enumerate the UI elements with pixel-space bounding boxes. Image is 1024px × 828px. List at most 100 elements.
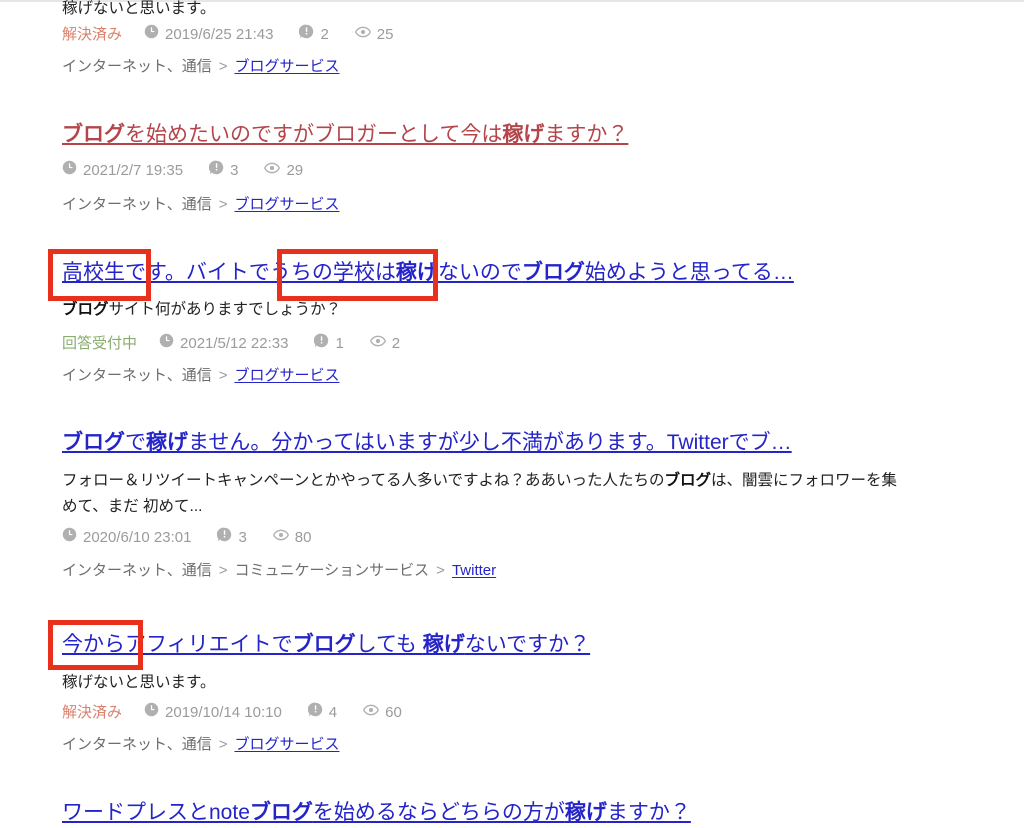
title-bold-part: ブログ — [249, 801, 313, 824]
result-breadcrumb-wrap: インターネット、通信 > ブログサービス — [62, 56, 1024, 78]
result-breadcrumb-wrap: インターネット、通信 > ブログサービス — [62, 365, 1024, 387]
breadcrumb: インターネット、通信 > ブログサービス — [62, 365, 1024, 387]
date-group: 2020/6/10 23:01 — [62, 527, 191, 549]
snippet-part: フォロー＆リツイートキャンペーンとかやってる人多いですよね？ああいった人たちの — [62, 472, 665, 489]
answer-count: 2 — [320, 26, 329, 43]
result-date: 2021/2/7 19:35 — [83, 162, 184, 179]
result-meta: 解決済み 2019/10/14 10:10 4 60 — [62, 702, 1024, 724]
result-meta-wrap: 回答受付中 2021/5/12 22:33 1 2 — [62, 333, 1024, 355]
breadcrumb-separator: > — [218, 58, 228, 75]
answer-count: 3 — [238, 529, 247, 546]
result-meta-wrap: 解決済み 2019/6/25 21:43 2 25 — [62, 24, 1024, 46]
result-meta: 回答受付中 2021/5/12 22:33 1 2 — [62, 333, 1024, 355]
answers-group: 4 — [307, 702, 337, 724]
eye-icon — [363, 702, 380, 724]
answers-group: 1 — [314, 333, 344, 355]
title-bold-part: 稼げ — [422, 633, 465, 656]
breadcrumb-text: コミュニケーションサービス — [234, 562, 430, 579]
partial-snippet-top: 稼げないと思います。 — [62, 0, 216, 17]
comment-icon — [314, 333, 329, 355]
status-badge: 解決済み — [62, 26, 123, 43]
breadcrumb-separator: > — [218, 562, 228, 579]
breadcrumb-link[interactable]: Twitter — [452, 562, 496, 579]
result-title-wrap: 高校生です。バイトでうちの学校は稼げないのでブログ始めようと思ってる… — [62, 258, 794, 288]
answers-group: 2 — [299, 24, 329, 46]
view-count: 80 — [294, 529, 312, 546]
answer-count: 1 — [335, 335, 344, 352]
result-title-link[interactable]: ワードプレスとnoteブログを始めるならどちらの方が稼げますか？ — [62, 798, 691, 828]
answers-group: 3 — [217, 527, 247, 549]
eye-icon — [369, 333, 386, 355]
title-bold-part: 稼げ — [502, 123, 545, 146]
title-part: ないですか？ — [464, 633, 591, 656]
result-title-link[interactable]: ブログで稼げません。分かってはいますが少し不満があります。Twitterでブ… — [62, 428, 792, 458]
eye-icon — [354, 24, 371, 46]
title-bold-part: 稼げ — [146, 431, 188, 454]
title-part: しても — [355, 633, 423, 656]
clock-icon — [144, 702, 159, 724]
result-title-wrap: ブログで稼げません。分かってはいますが少し不満があります。Twitterでブ… — [62, 428, 792, 458]
view-count: 60 — [385, 704, 402, 721]
title-bold-part: ブログ — [292, 633, 356, 656]
status-badge: 回答受付中 — [62, 335, 138, 352]
breadcrumb-link[interactable]: ブログサービス — [234, 736, 339, 753]
result-date: 2019/6/25 21:43 — [165, 26, 274, 43]
result-snippet: ブログサイト何がありますでしょうか？ — [62, 297, 900, 323]
result-title-link[interactable]: ブログを始めたいのですがブロガーとして今は稼げますか？ — [62, 120, 628, 150]
snippet-part: 稼げないと思います。 — [62, 674, 216, 691]
date-group: 2021/5/12 22:33 — [159, 333, 288, 355]
breadcrumb: インターネット、通信 > ブログサービス — [62, 56, 1024, 78]
breadcrumb-text: インターネット、通信 — [62, 58, 212, 75]
result-meta: 2020/6/10 23:01 3 80 — [62, 527, 1024, 549]
result-title-wrap: ブログを始めたいのですがブロガーとして今は稼げますか？ — [62, 120, 628, 150]
result-meta-wrap: 2021/2/7 19:35 3 29 — [62, 160, 1024, 182]
title-bold-part: 稼げ — [564, 801, 607, 824]
comment-icon — [307, 702, 323, 724]
title-bold-part: ブログ — [62, 431, 125, 454]
comment-icon — [299, 24, 314, 46]
snippet-part: サイト何がありますでしょうか？ — [108, 301, 342, 318]
snippet-bold-part: ブログ — [664, 472, 712, 489]
result-title-link[interactable]: 高校生です。バイトでうちの学校は稼げないのでブログ始めようと思ってる… — [62, 258, 794, 288]
views-group: 60 — [363, 702, 402, 724]
eye-icon — [272, 527, 289, 549]
breadcrumb-link[interactable]: ブログサービス — [234, 58, 339, 75]
answer-count: 3 — [230, 162, 239, 179]
title-bold-part: 稼げ — [395, 261, 438, 284]
breadcrumb-text: インターネット、通信 — [62, 367, 212, 384]
title-part: ますか？ — [606, 801, 691, 824]
clock-icon — [62, 160, 77, 182]
clock-icon — [62, 527, 77, 549]
result-date: 2021/5/12 22:33 — [180, 335, 289, 352]
title-part: を始めるならどちらの方が — [312, 801, 565, 824]
comment-icon — [208, 160, 224, 182]
answers-group: 3 — [208, 160, 239, 182]
result-meta-wrap: 2020/6/10 23:01 3 80 — [62, 527, 1024, 549]
breadcrumb-link[interactable]: ブログサービス — [234, 196, 339, 213]
result-date: 2020/6/10 23:01 — [83, 529, 192, 546]
breadcrumb-text: インターネット、通信 — [62, 196, 212, 213]
view-count: 25 — [376, 26, 394, 43]
breadcrumb-link[interactable]: ブログサービス — [234, 367, 339, 384]
title-part: 高校生です。バイトでうちの学校は — [62, 261, 396, 284]
status-badge: 解決済み — [62, 704, 123, 721]
views-group: 29 — [264, 160, 303, 182]
date-group: 2021/2/7 19:35 — [62, 160, 183, 182]
result-breadcrumb-wrap: インターネット、通信 > コミュニケーションサービス > Twitter — [62, 560, 1024, 582]
title-part: を始めたいのですがブロガーとして今は — [125, 123, 503, 146]
breadcrumb: インターネット、通信 > ブログサービス — [62, 194, 1024, 216]
clock-icon — [144, 24, 159, 46]
title-part: で — [125, 431, 146, 454]
result-title-link[interactable]: 今からアフィリエイトでブログしても 稼げないですか？ — [62, 630, 590, 660]
eye-icon — [264, 160, 281, 182]
breadcrumb-separator: > — [218, 736, 228, 753]
breadcrumb-separator: > — [218, 367, 228, 384]
date-group: 2019/10/14 10:10 — [144, 702, 282, 724]
breadcrumb: インターネット、通信 > ブログサービス — [62, 734, 1024, 756]
breadcrumb-separator: > — [436, 562, 445, 579]
view-count: 29 — [286, 162, 304, 179]
title-part: ますか？ — [544, 123, 629, 146]
comment-icon — [217, 527, 232, 549]
result-title-wrap: ワードプレスとnoteブログを始めるならどちらの方が稼げますか？ — [62, 798, 691, 828]
clock-icon — [159, 333, 174, 355]
